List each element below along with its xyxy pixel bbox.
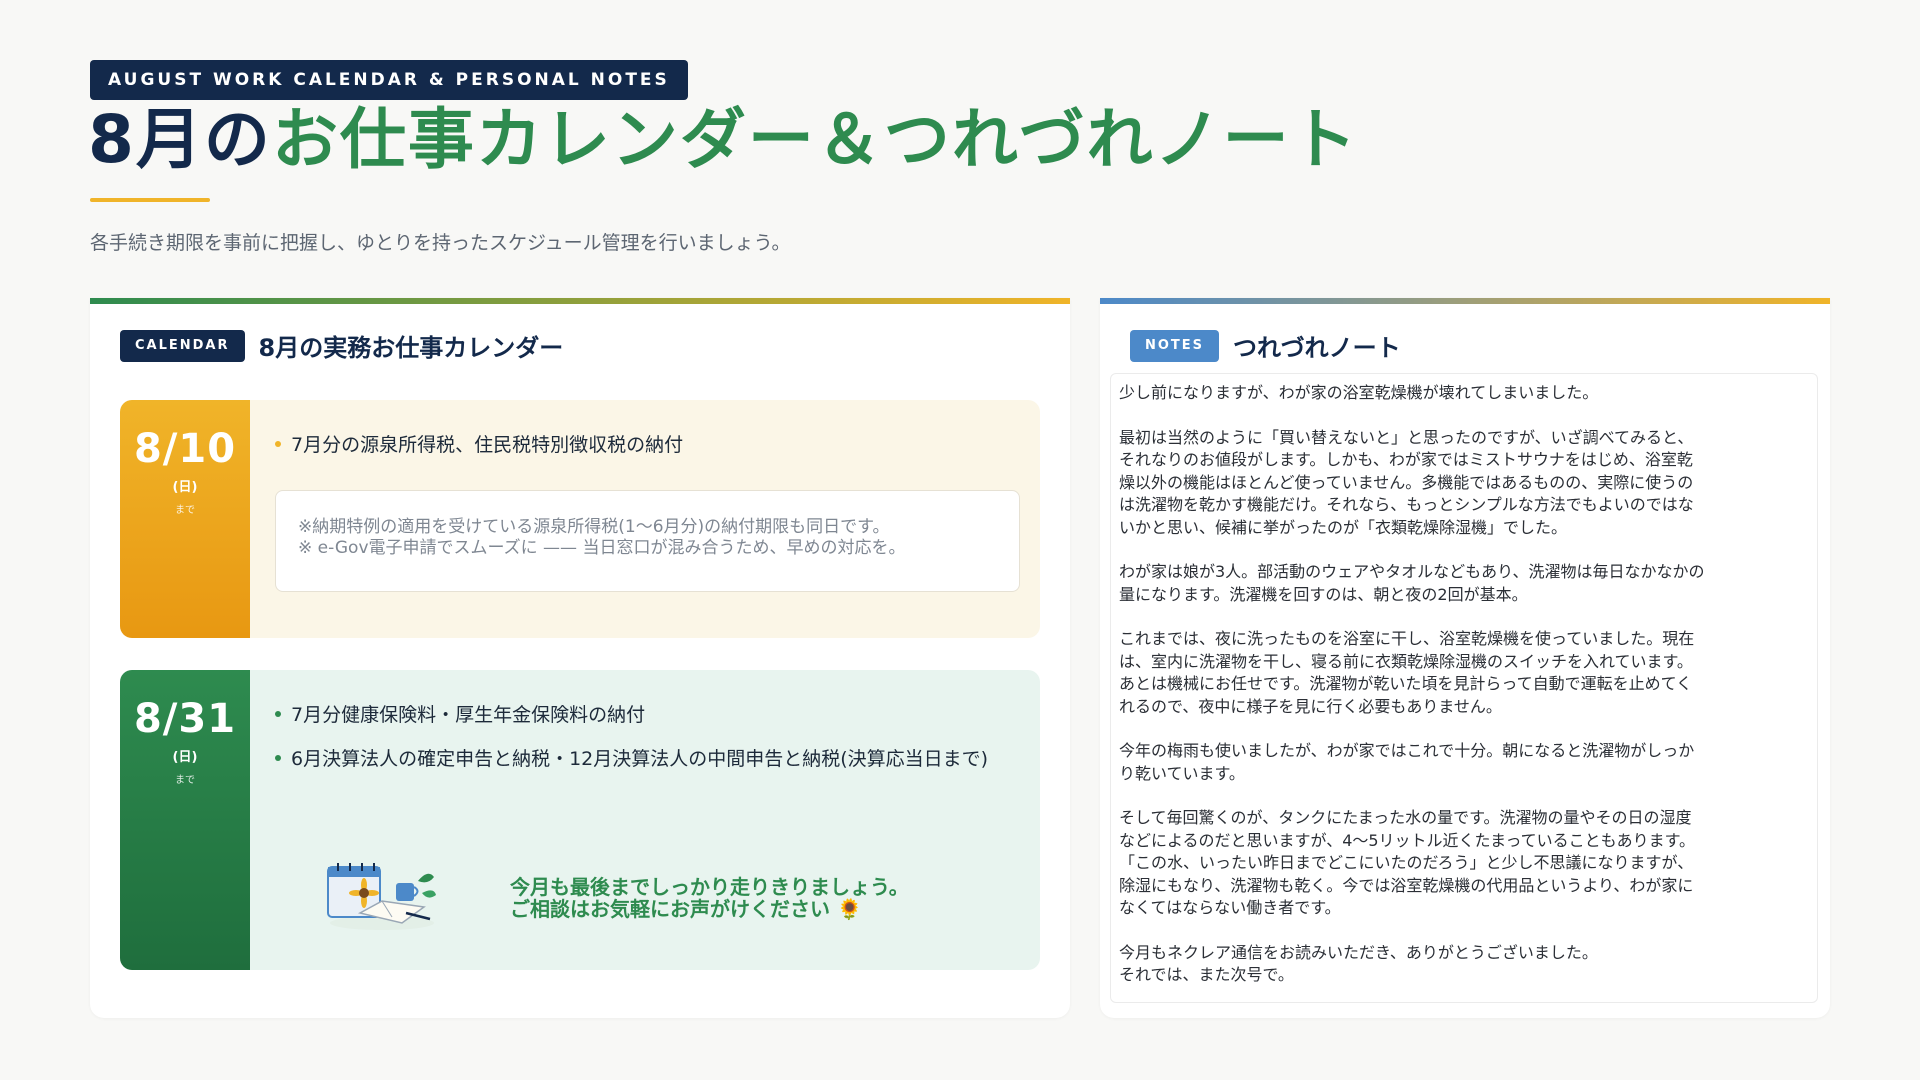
notes-panel-title: つれづれノート: [1233, 334, 1401, 362]
calendar-sunflower-illustration: [327, 863, 436, 930]
notes-line: なくてはならない働き者です。: [1119, 898, 1341, 917]
notes-panel-accent-bar: [1100, 298, 1830, 304]
notes-line: 今月もネクレア通信をお読みいただき、ありがとうございました。: [1119, 942, 1598, 962]
event-note-line: ※納期特例の適用を受けている源泉所得税(1〜6月分)の納付期限も同日です。: [298, 517, 890, 537]
page-title: 8月のお仕事カレンダー＆つれづれノート: [88, 98, 1359, 182]
title-underline: [90, 198, 210, 202]
calendar-panel: CALENDAR 8月の実務お仕事カレンダー 8/10 (日) まで 7月分の源…: [90, 298, 1070, 1018]
header-tag: AUGUST WORK CALENDAR & PERSONAL NOTES: [90, 60, 688, 100]
closing-message: 今月も最後までしっかり走りきりましょう。 ご相談はお気軽にお声がけください 🌻: [510, 876, 909, 920]
notes-line: そして毎回驚くのが、タンクにたまった水の量です。洗濯物の量やその日の湿度: [1119, 808, 1692, 827]
event-item-text: 7月分健康保険料・厚生年金保険料の納付: [291, 704, 646, 726]
notes-line: 除湿にもなり、洗濯物も乾く。今では浴室乾燥機の代用品というより、わが家に: [1119, 875, 1694, 895]
notes-line: 少し前になりますが、わが家の浴室乾燥機が壊れてしまいました。: [1119, 383, 1599, 402]
notes-line: 量になります。洗濯機を回すのは、朝と夜の2回が基本。: [1119, 584, 1528, 604]
notes-badge: NOTES: [1130, 329, 1220, 362]
closing-line: ご相談はお気軽にお声がけください 🌻: [510, 897, 862, 921]
notes-line: 最初は当然のように「買い替えないと」と思ったのですが、いざ調べてみると、: [1119, 427, 1694, 447]
event-item: 7月分の源泉所得税、住民税特別徴収税の納付: [275, 430, 683, 457]
notes-paragraph: 少し前になりますが、わが家の浴室乾燥機が壊れてしまいました。: [1119, 382, 1809, 405]
title-part-2: お仕事カレンダー＆つれづれノート: [271, 101, 1359, 178]
notes-paragraph: わが家は娘が3人。部活動のウェアやタオルなどもあり、洗濯物は毎日なかなかの 量に…: [1119, 561, 1809, 606]
notes-paragraph: そして毎回驚くのが、タンクにたまった水の量です。洗濯物の量やその日の湿度 などに…: [1119, 807, 1809, 920]
calendar-badge: CALENDAR: [120, 329, 245, 362]
closing-line: 今月も最後までしっかり走りきりましょう。: [510, 875, 909, 899]
event-date-block: 8/10 (日) まで: [120, 400, 250, 638]
notes-line: それなりのお値段がします。しかも、わが家ではミストサウナをはじめ、浴室乾: [1119, 450, 1693, 469]
notes-paragraph: 最初は当然のように「買い替えないと」と思ったのですが、いざ調べてみると、 それな…: [1119, 427, 1809, 540]
bullet-dot: [275, 754, 281, 761]
notes-line: などによるのだと思いますが、4〜5リットル近くたまっていることもあります。: [1119, 830, 1696, 850]
event-deadline-suffix: まで: [175, 775, 195, 786]
calendar-panel-title: 8月の実務お仕事カレンダー: [258, 334, 564, 362]
event-note-line: ※ e-Gov電子申請でスムーズに —— 当日窓口が混み合うため、早めの対応を。: [298, 538, 906, 558]
event-date-block: 8/31 (日) まで: [120, 670, 250, 970]
event-weekday: (日): [172, 750, 198, 765]
notes-line: 燥以外の機能はほとんど使っていません。多機能ではあるものの、実際に使うの: [1119, 472, 1694, 492]
notes-line: り乾いています。: [1119, 763, 1245, 783]
event-weekday: (日): [172, 480, 198, 495]
calendar-event-aug-31: 8/31 (日) まで 7月分健康保険料・厚生年金保険料の納付 6月決算法人の確…: [120, 670, 1040, 970]
notes-line: は洗濯物を乾かす機能だけ。それなら、もっとシンプルな方法でもよいのではな: [1119, 495, 1694, 514]
notes-line: いかと思い、候補に挙がったのが「衣類乾燥除湿機」でした。: [1119, 517, 1568, 537]
notes-paragraph: これまでは、夜に洗ったものを浴室に干し、浴室乾燥機を使っていました。現在 は、室…: [1119, 628, 1809, 718]
notes-line: それでは、また次号で。: [1119, 965, 1294, 984]
notes-paragraph: 今年の梅雨も使いましたが、わが家ではこれで十分。朝になると洗濯物がしっか り乾い…: [1119, 740, 1809, 785]
notes-line: 「この水、いったい昨日までどこにいたのだろう」と少し不思議になりますが、: [1119, 853, 1694, 872]
notes-panel-header: NOTES つれづれノート: [1130, 328, 1401, 363]
notes-panel: NOTES つれづれノート 少し前になりますが、わが家の浴室乾燥機が壊れてしまい…: [1100, 298, 1830, 1018]
event-item: 7月分健康保険料・厚生年金保険料の納付: [275, 700, 645, 727]
notes-line: あとは機械にお任せです。洗濯物が乾いた頃を見計らって自動で運転を止めてく: [1119, 674, 1693, 693]
notes-line: は、室内に洗濯物を干し、寝る前に衣類乾燥除湿機のスイッチを入れています。: [1119, 651, 1693, 671]
page-subtitle: 各手続き期限を事前に把握し、ゆとりを持ったスケジュール管理を行いましょう。: [90, 232, 791, 254]
notes-line: 今年の梅雨も使いましたが、わが家ではこれで十分。朝になると洗濯物がしっか: [1119, 741, 1695, 760]
calendar-panel-header: CALENDAR 8月の実務お仕事カレンダー: [120, 328, 563, 363]
event-date: 8/10: [133, 426, 237, 472]
event-date: 8/31: [133, 696, 237, 742]
event-item-text: 7月分の源泉所得税、住民税特別徴収税の納付: [291, 434, 684, 456]
bullet-dot: [275, 440, 281, 447]
calendar-panel-accent-bar: [90, 298, 1070, 304]
notes-line: れるので、夜中に様子を見に行く必要もありません。: [1119, 696, 1502, 716]
notes-line: これまでは、夜に洗ったものを浴室に干し、浴室乾燥機を使っていました。現在: [1119, 629, 1695, 648]
notes-paragraph: 今月もネクレア通信をお読みいただき、ありがとうございました。 それでは、また次号…: [1119, 942, 1809, 987]
title-part-1: 8月の: [88, 101, 272, 178]
notes-text-area[interactable]: 少し前になりますが、わが家の浴室乾燥機が壊れてしまいました。 最初は当然のように…: [1110, 373, 1818, 1003]
calendar-event-aug-10: 8/10 (日) まで 7月分の源泉所得税、住民税特別徴収税の納付 ※納期特例の…: [120, 400, 1040, 638]
event-item: 6月決算法人の確定申告と納税・12月決算法人の中間申告と納税(決算応当日まで): [275, 744, 988, 771]
notes-line: わが家は娘が3人。部活動のウェアやタオルなどもあり、洗濯物は毎日なかなかの: [1119, 562, 1705, 581]
bullet-dot: [275, 710, 281, 717]
event-note-box: ※納期特例の適用を受けている源泉所得税(1〜6月分)の納付期限も同日です。 ※ …: [275, 490, 1020, 592]
event-deadline-suffix: まで: [175, 505, 195, 516]
event-item-text: 6月決算法人の確定申告と納税・12月決算法人の中間申告と納税(決算応当日まで): [291, 748, 989, 770]
